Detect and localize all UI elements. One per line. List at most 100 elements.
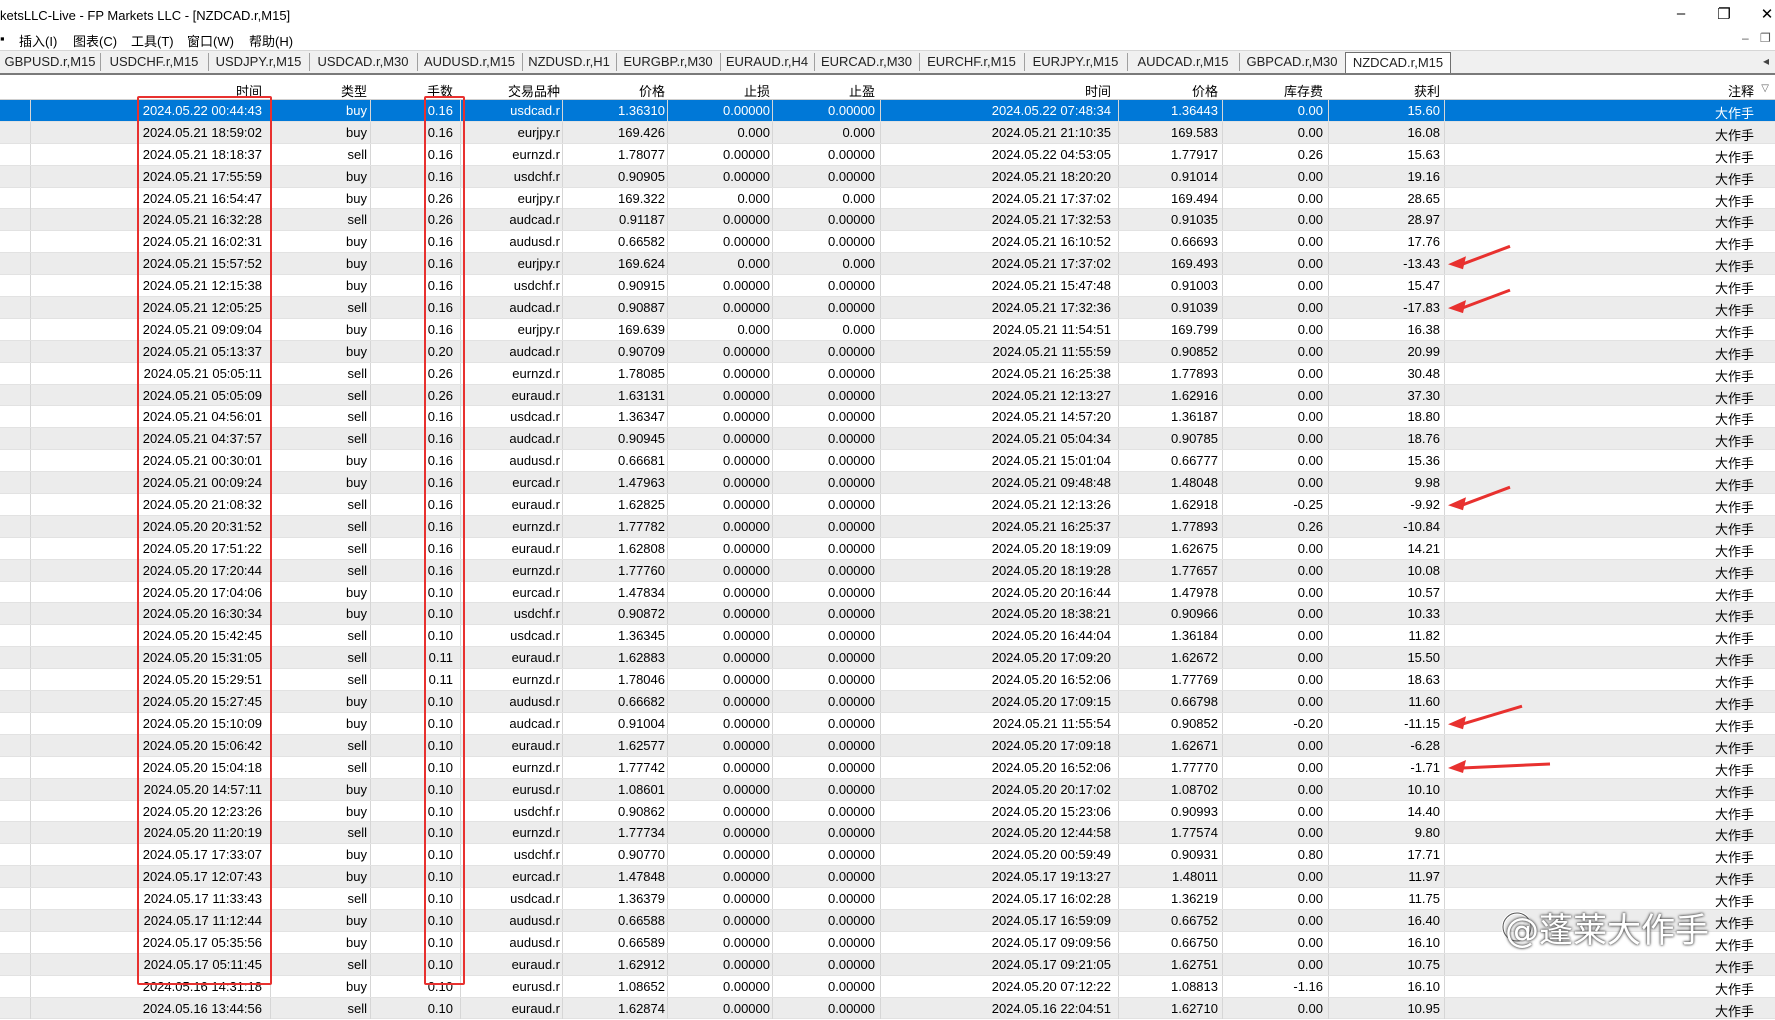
col-close-time[interactable]: 时间 [960, 81, 1111, 100]
table-row[interactable]: 2024.05.21 18:59:02 buy 0.16 eurjpy.r 169.42… [0, 121, 1775, 144]
tab-nzdcad-r-m15[interactable]: NZDCAD.r,M15 [1345, 52, 1451, 73]
table-row[interactable]: 2024.05.20 15:42:45 sell 0.10 usdcad.r 1.363… [0, 625, 1775, 648]
tab-scroll-left-icon[interactable]: ◂ [1763, 54, 1769, 68]
table-row[interactable]: 2024.05.20 15:04:18 sell 0.10 eurnzd.r 1.777… [0, 756, 1775, 779]
col-profit[interactable]: 获利 [1330, 81, 1440, 100]
cell-swap: 0.00 [1297, 891, 1323, 907]
table-row[interactable]: 2024.05.17 12:07:43 buy 0.10 eurcad.r 1.4784… [0, 866, 1775, 889]
tab-audusd-r-m15[interactable]: AUDUSD.r,M15 [417, 53, 523, 71]
table-row[interactable]: 2024.05.21 05:05:11 sell 0.26 eurnzd.r 1.780… [0, 362, 1775, 385]
table-row[interactable]: 2024.05.21 09:09:04 buy 0.16 eurjpy.r 169.63… [0, 318, 1775, 341]
column-divider [1222, 625, 1223, 647]
tab-usdcad-r-m30[interactable]: USDCAD.r,M30 [309, 53, 418, 71]
menu-system-icon[interactable]: ▪ [0, 31, 5, 46]
tab-audcad-r-m15[interactable]: AUDCAD.r,M15 [1127, 53, 1240, 71]
table-row[interactable]: 2024.05.21 05:05:09 sell 0.26 euraud.r 1.631… [0, 384, 1775, 407]
cell-swap: 0.80 [1297, 847, 1323, 863]
tab-eurcad-r-m30[interactable]: EURCAD.r,M30 [814, 53, 920, 71]
table-row[interactable]: 2024.05.21 05:13:37 buy 0.20 audcad.r 0.9070… [0, 340, 1775, 363]
column-divider [562, 340, 563, 362]
table-row[interactable]: 2024.05.20 11:20:19 sell 0.10 eurnzd.r 1.777… [0, 822, 1775, 845]
table-row[interactable]: 2024.05.17 05:11:45 sell 0.10 euraud.r 1.629… [0, 953, 1775, 976]
cell-take-profit: 0.000 [842, 321, 875, 337]
table-row[interactable]: 2024.05.20 16:30:34 buy 0.10 usdchf.r 0.9087… [0, 603, 1775, 626]
cell-lots: 0.16 [427, 431, 453, 447]
column-divider [880, 931, 881, 953]
table-row[interactable]: 2024.05.20 14:57:11 buy 0.10 eurusd.r 1.0860… [0, 778, 1775, 801]
table-row[interactable]: 2024.05.21 12:05:25 sell 0.16 audcad.r 0.908… [0, 297, 1775, 319]
tab-gbpusd-r-m15[interactable]: GBPUSD.r,M15 [0, 53, 101, 71]
col-take-profit[interactable]: 止盈 [775, 81, 875, 100]
table-row[interactable]: 2024.05.21 00:09:24 buy 0.16 eurcad.r 1.4796… [0, 472, 1775, 495]
tab-usdchf-r-m15[interactable]: USDCHF.r,M15 [100, 53, 209, 71]
mdi-minimize-icon[interactable]: – [1742, 31, 1749, 45]
tab-eurchf-r-m15[interactable]: EURCHF.r,M15 [919, 53, 1025, 71]
table-row[interactable]: 2024.05.21 04:56:01 sell 0.16 usdcad.r 1.363… [0, 406, 1775, 429]
close-button[interactable]: ✕ [1752, 5, 1775, 23]
col-type[interactable]: 类型 [270, 81, 367, 100]
table-row[interactable]: 2024.05.20 15:27:45 buy 0.10 audusd.r 0.6668… [0, 691, 1775, 713]
table-row[interactable]: 2024.05.21 16:54:47 buy 0.26 eurjpy.r 169.32… [0, 187, 1775, 210]
table-row[interactable]: 2024.05.21 15:57:52 buy 0.16 eurjpy.r 169.62… [0, 253, 1775, 276]
menu-tools[interactable]: 工具(T) [131, 31, 174, 50]
column-divider [1328, 362, 1329, 384]
table-row[interactable]: 2024.05.20 12:23:26 buy 0.10 usdchf.r 0.9086… [0, 800, 1775, 823]
cell-symbol: usdchf.r [513, 278, 560, 294]
column-divider [772, 428, 773, 450]
cell-swap: 0.00 [1297, 431, 1323, 447]
minimize-button[interactable]: – [1666, 5, 1696, 22]
table-row[interactable]: 2024.05.21 16:02:31 buy 0.16 audusd.r 0.6658… [0, 231, 1775, 254]
table-row[interactable]: 2024.05.21 12:15:38 buy 0.16 usdchf.r 0.9091… [0, 275, 1775, 298]
tab-eurjpy-r-m15[interactable]: EURJPY.r,M15 [1024, 53, 1128, 71]
tab-usdjpy-r-m15[interactable]: USDJPY.r,M15 [208, 53, 310, 71]
col-close-price[interactable]: 价格 [1120, 81, 1218, 100]
table-row[interactable]: 2024.05.17 17:33:07 buy 0.10 usdchf.r 0.9077… [0, 844, 1775, 867]
table-row[interactable]: 2024.05.20 17:20:44 sell 0.16 eurnzd.r 1.777… [0, 559, 1775, 582]
table-row[interactable]: 2024.05.20 15:06:42 sell 0.10 euraud.r 1.625… [0, 734, 1775, 757]
restore-button[interactable]: ❐ [1709, 5, 1739, 23]
table-row[interactable]: 2024.05.21 04:37:57 sell 0.16 audcad.r 0.909… [0, 428, 1775, 451]
col-stop-loss[interactable]: 止损 [670, 81, 770, 100]
cell-open-time: 2024.05.20 15:29:51 [142, 672, 262, 688]
cell-type: sell [347, 759, 367, 775]
table-row[interactable]: 2024.05.21 16:32:28 sell 0.26 audcad.r 0.911… [0, 209, 1775, 232]
cell-swap: 0.00 [1297, 540, 1323, 556]
table-row[interactable]: 2024.05.21 00:30:01 buy 0.16 audusd.r 0.6668… [0, 450, 1775, 473]
mdi-restore-icon[interactable]: ❐ [1760, 31, 1771, 45]
tab-nzdusd-r-h1[interactable]: NZDUSD.r,H1 [522, 53, 617, 71]
table-row[interactable]: 2024.05.20 15:29:51 sell 0.11 eurnzd.r 1.780… [0, 669, 1775, 692]
table-row[interactable]: 2024.05.20 17:51:22 sell 0.16 euraud.r 1.628… [0, 537, 1775, 560]
table-row[interactable]: 2024.05.16 13:44:56 sell 0.10 euraud.r 1.628… [0, 997, 1775, 1020]
column-divider [30, 647, 31, 669]
menu-window[interactable]: 窗口(W) [187, 31, 234, 50]
table-row[interactable]: 2024.05.20 15:10:09 buy 0.10 audcad.r 0.9100… [0, 712, 1775, 735]
column-divider [667, 647, 668, 669]
column-divider [667, 888, 668, 910]
menu-charts[interactable]: 图表(C) [73, 31, 117, 50]
column-divider [772, 888, 773, 910]
table-row[interactable]: 2024.05.20 20:31:52 sell 0.16 eurnzd.r 1.777… [0, 515, 1775, 538]
cell-stop-loss: 0.00000 [723, 891, 770, 907]
column-divider [1444, 384, 1445, 406]
column-divider [880, 472, 881, 494]
table-row[interactable]: 2024.05.22 00:44:43 buy 0.16 usdcad.r 1.3631… [0, 100, 1775, 122]
menu-help[interactable]: 帮助(H) [249, 31, 293, 50]
col-open-time[interactable]: 时间 [120, 81, 262, 100]
table-row[interactable]: 2024.05.21 17:55:59 buy 0.16 usdchf.r 0.9090… [0, 165, 1775, 188]
cell-comment: 大作手 [1714, 390, 1754, 406]
col-lots[interactable]: 手数 [375, 81, 453, 100]
column-divider [1444, 888, 1445, 910]
col-open-price[interactable]: 价格 [565, 81, 665, 100]
tab-euraud-r-h4[interactable]: EURAUD.r,H4 [720, 53, 815, 71]
cell-close-price: 0.91003 [1171, 278, 1218, 294]
col-comment[interactable]: 注释 [1680, 81, 1754, 100]
table-row[interactable]: 2024.05.21 18:18:37 sell 0.16 eurnzd.r 1.780… [0, 143, 1775, 166]
table-row[interactable]: 2024.05.20 17:04:06 buy 0.10 eurcad.r 1.4783… [0, 581, 1775, 604]
col-symbol[interactable]: 交易品种 [460, 81, 560, 100]
menu-insert[interactable]: 插入(I) [19, 31, 57, 50]
tab-gbpcad-r-m30[interactable]: GBPCAD.r,M30 [1239, 53, 1346, 71]
col-swap[interactable]: 库存费 [1225, 81, 1323, 100]
tab-eurgbp-r-m30[interactable]: EURGBP.r,M30 [616, 53, 721, 71]
table-row[interactable]: 2024.05.20 21:08:32 sell 0.16 euraud.r 1.628… [0, 494, 1775, 516]
table-row[interactable]: 2024.05.20 15:31:05 sell 0.11 euraud.r 1.628… [0, 647, 1775, 670]
